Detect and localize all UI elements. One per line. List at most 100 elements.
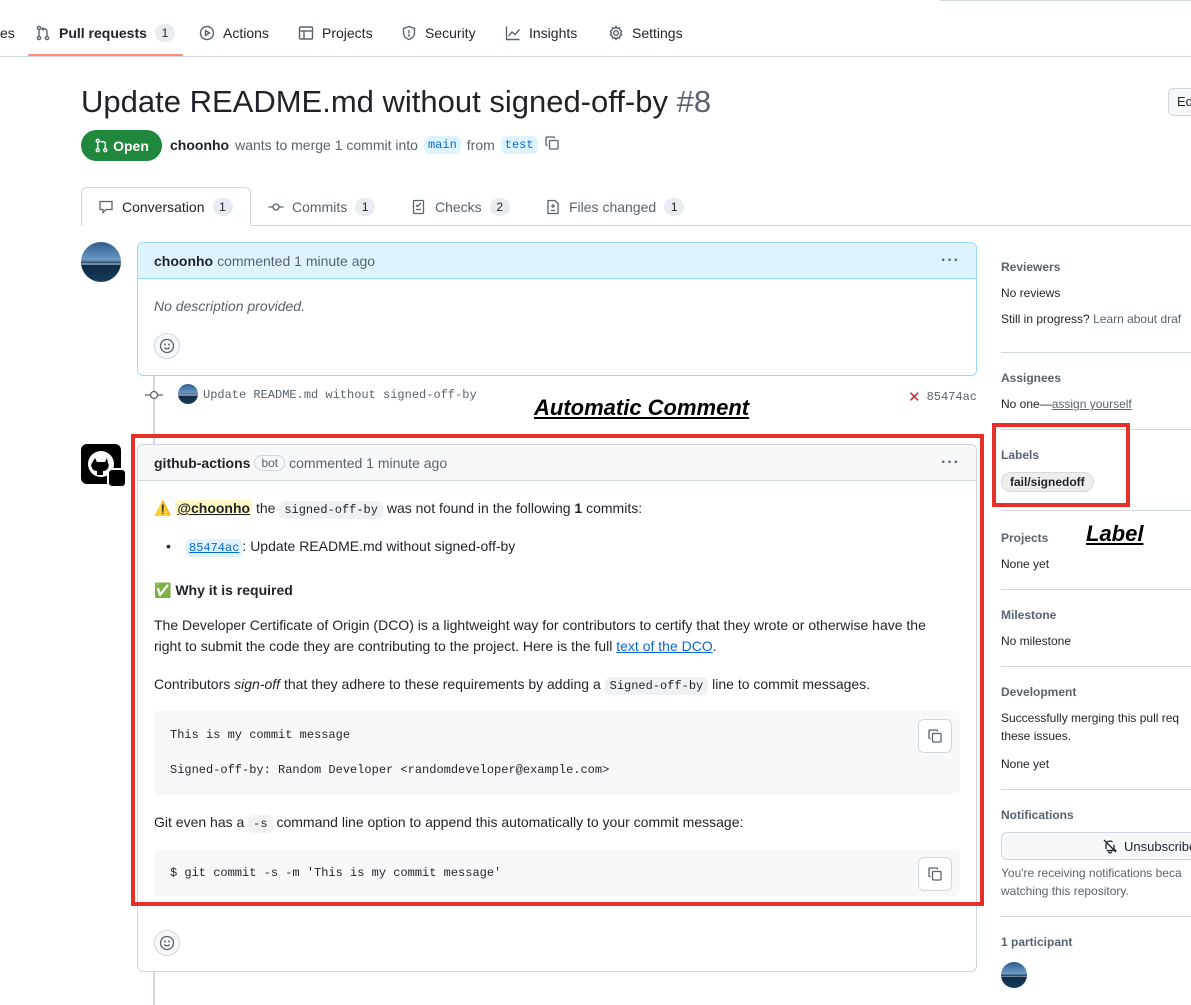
development-text: these issues.: [1001, 729, 1072, 743]
pr-number: #8: [676, 84, 712, 119]
file-diff-icon: [547, 199, 559, 214]
nav-label: Insights: [529, 25, 578, 41]
comment-time: commented 1 minute ago: [217, 252, 376, 269]
pr-title-text: Update README.md without signed-off-by: [81, 84, 668, 119]
projects-heading[interactable]: Projects: [1001, 531, 1048, 545]
comment-author[interactable]: choonho: [154, 253, 213, 269]
reviewers-text: No reviews: [1001, 286, 1061, 300]
tab-insights[interactable]: Insights: [505, 22, 577, 44]
avatar[interactable]: [81, 242, 121, 282]
comment-icon: [99, 200, 113, 214]
tab-commits[interactable]: Commits 1: [252, 187, 391, 226]
tab-label: Checks: [435, 198, 482, 215]
tab-pull-requests[interactable]: Pull requests 1: [35, 22, 175, 44]
commit-sha-group: ✕ 85474ac: [908, 388, 977, 406]
nav-label: Settings: [632, 25, 683, 41]
annotation-label: Label: [1086, 521, 1144, 546]
status-badge: Open: [81, 130, 162, 161]
tab-counter: 1: [664, 197, 685, 216]
commit-sha[interactable]: 85474ac: [927, 390, 977, 404]
shield-icon: [402, 25, 416, 41]
tab-projects[interactable]: Projects: [298, 22, 373, 44]
button-label: Unsubscribe: [1124, 838, 1191, 854]
author-link[interactable]: choonho: [170, 137, 229, 153]
check-failed-icon[interactable]: ✕: [908, 388, 921, 406]
commit-icon: [268, 202, 284, 211]
comment-box: choonho commented 1 minute ago ··· No de…: [137, 242, 977, 376]
divider: [1001, 916, 1191, 917]
tab-checks[interactable]: Checks 2: [395, 187, 526, 226]
pull-request-icon: [36, 25, 50, 41]
annotation-automatic-comment: Automatic Comment: [534, 395, 750, 420]
nav-label: Pull requests: [59, 25, 147, 41]
tab-security[interactable]: Security: [401, 22, 476, 44]
add-reaction-button[interactable]: [154, 333, 180, 359]
milestone-text: No milestone: [1001, 634, 1072, 648]
page-title: Update README.md without signed-off-by #…: [81, 84, 711, 120]
projects-text: None yet: [1001, 557, 1050, 571]
pr-meta: choonho wants to merge 1 commit into mai…: [170, 135, 560, 154]
more-options-icon[interactable]: ···: [941, 252, 960, 270]
nav-item-partial[interactable]: es: [0, 22, 15, 44]
github-app-badge: [107, 468, 127, 488]
notifications-heading: Notifications: [1001, 808, 1074, 822]
bell-slash-icon: [1103, 839, 1118, 854]
development-heading[interactable]: Development: [1001, 685, 1076, 699]
tab-files-changed[interactable]: Files changed 1: [529, 187, 700, 226]
nav-label: Security: [425, 25, 476, 41]
avatar[interactable]: [178, 384, 198, 404]
divider: [1001, 789, 1191, 790]
head-branch[interactable]: test: [500, 135, 538, 154]
commit-message[interactable]: Update README.md without signed-off-by: [203, 388, 477, 402]
pull-request-icon: [95, 138, 108, 153]
tab-label: Files changed: [569, 198, 657, 215]
tab-label: Conversation: [122, 198, 205, 215]
tab-settings[interactable]: Settings: [608, 22, 683, 44]
comment-header: choonho commented 1 minute ago ···: [138, 243, 976, 279]
play-icon: [199, 25, 215, 41]
unsubscribe-button[interactable]: Unsubscribe: [1001, 832, 1191, 860]
divider: [1001, 589, 1191, 590]
active-tab-indicator: [28, 54, 183, 56]
participant-avatar[interactable]: [1001, 962, 1027, 988]
tab-label: Commits: [292, 198, 348, 215]
annotation-highlight-box: [992, 423, 1130, 507]
divider: [1001, 666, 1191, 667]
reviewers-heading[interactable]: Reviewers: [1001, 260, 1060, 274]
checklist-icon: [412, 199, 425, 214]
development-none: None yet: [1001, 757, 1050, 771]
notifications-text: You're receiving notifications beca: [1001, 866, 1182, 880]
tab-actions[interactable]: Actions: [199, 22, 269, 44]
comment-body: No description provided.: [154, 298, 305, 314]
divider: [1001, 352, 1191, 353]
draft-link[interactable]: Learn about draf: [1093, 312, 1181, 326]
nav-counter: 1: [154, 24, 175, 42]
edit-button[interactable]: Edit: [1168, 88, 1191, 116]
smiley-icon: [159, 935, 175, 951]
merge-text: wants to merge 1 commit into: [235, 136, 418, 153]
from-text: from: [466, 136, 495, 153]
base-branch[interactable]: main: [423, 135, 461, 154]
add-reaction-button[interactable]: [154, 930, 180, 956]
gear-icon: [609, 25, 623, 41]
assign-yourself-link[interactable]: assign yourself: [1052, 397, 1132, 411]
graph-icon: [505, 26, 521, 41]
smiley-icon: [159, 338, 175, 354]
commit-icon: [145, 389, 163, 401]
top-divider: [940, 0, 1191, 1]
nav-label: Projects: [322, 25, 373, 41]
annotation-highlight-box: [131, 434, 984, 906]
milestone-heading[interactable]: Milestone: [1001, 608, 1056, 622]
copy-icon[interactable]: [544, 135, 560, 154]
text: No one—: [1001, 397, 1052, 411]
repo-nav: [0, 0, 1191, 57]
assignees-heading[interactable]: Assignees: [1001, 371, 1061, 385]
status-label: Open: [113, 137, 149, 154]
participants-heading: 1 participant: [1001, 935, 1073, 949]
nav-label: Actions: [223, 25, 269, 41]
notifications-text: watching this repository.: [1001, 884, 1129, 898]
divider: [1001, 510, 1191, 511]
tab-counter: 2: [489, 197, 510, 216]
tab-counter: 1: [212, 197, 233, 216]
tab-conversation[interactable]: Conversation 1: [81, 187, 251, 226]
